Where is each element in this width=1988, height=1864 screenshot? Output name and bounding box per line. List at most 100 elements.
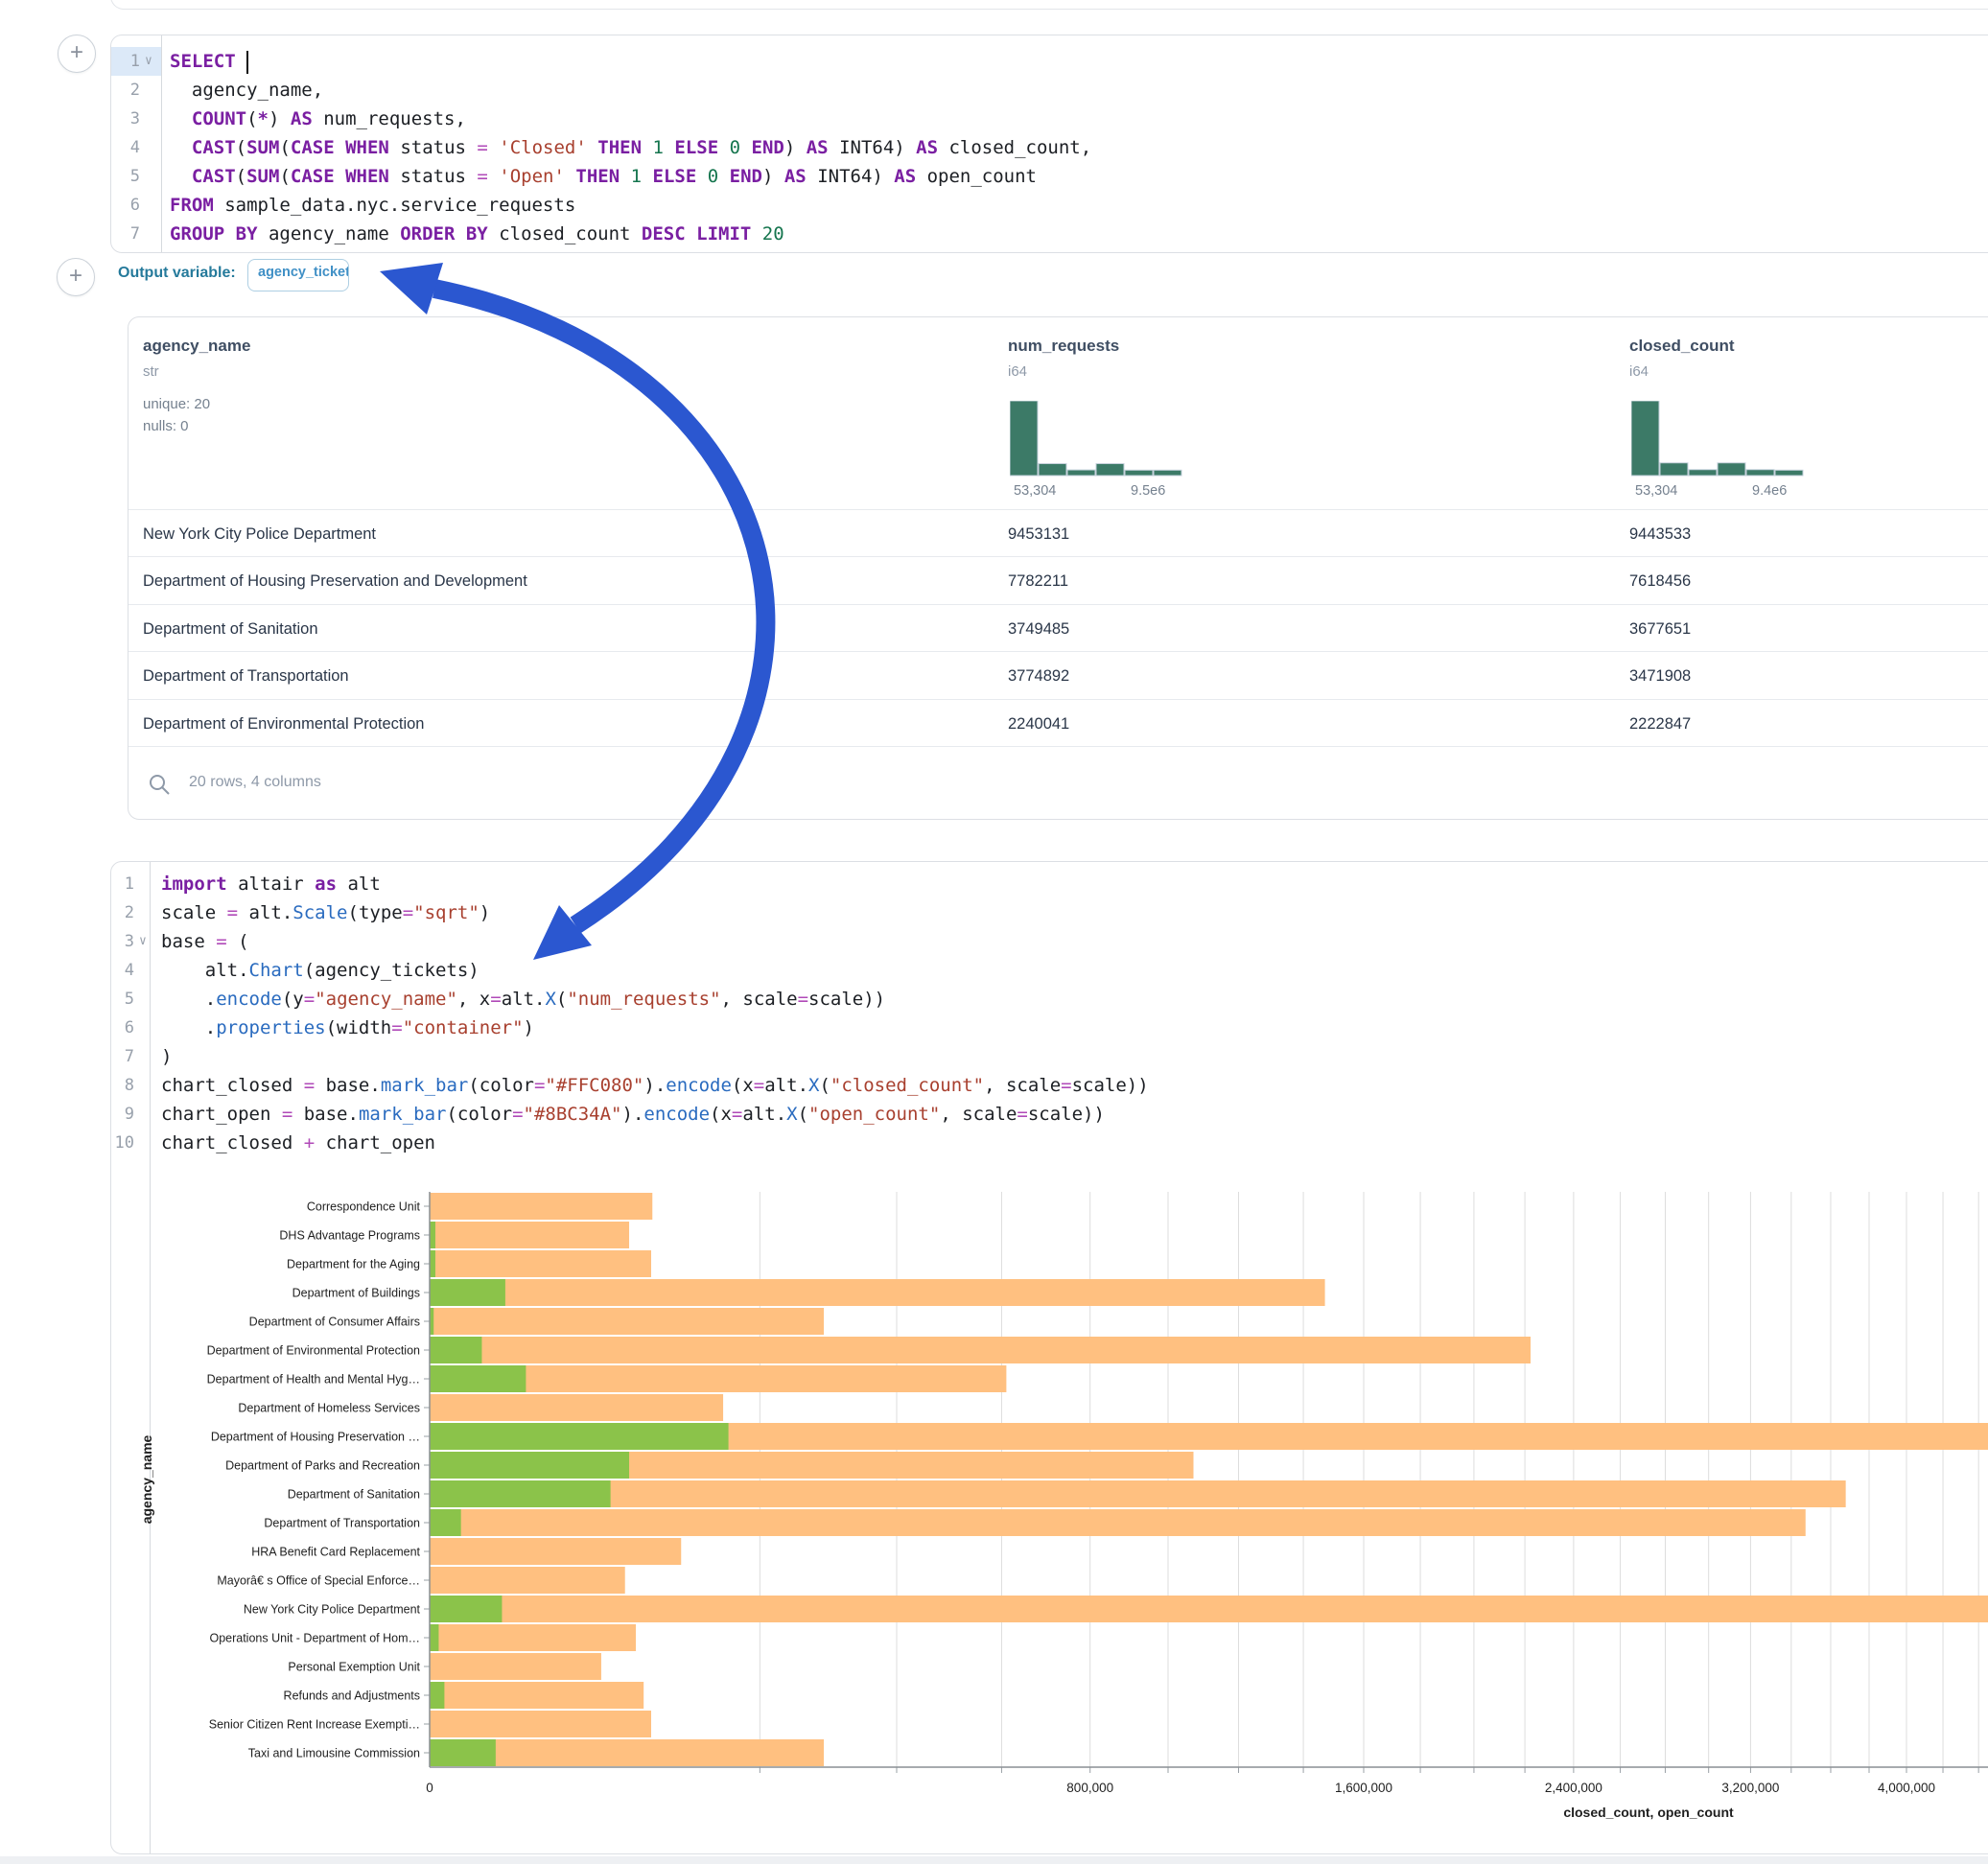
column-type: i64 <box>1629 363 1649 380</box>
code-line[interactable]: alt.Chart(agency_tickets) <box>161 956 479 985</box>
open-count-bar <box>430 1452 629 1479</box>
line-number: 9 <box>111 1100 134 1129</box>
table-cell: Department of Housing Preservation and D… <box>143 557 527 605</box>
column-type: i64 <box>1008 363 1027 380</box>
svg-text:Department for the Aging: Department for the Aging <box>287 1258 420 1271</box>
fold-chevron-icon[interactable]: ∨ <box>145 47 152 76</box>
y-axis-title: agency_name <box>139 1434 154 1524</box>
code-line[interactable]: ) <box>161 1042 172 1071</box>
column-title[interactable]: closed_count <box>1629 337 1735 356</box>
code-line[interactable]: SELECT <box>170 47 248 76</box>
line-number: 1 <box>111 870 134 898</box>
code-line[interactable]: .properties(width="container") <box>161 1014 534 1042</box>
histogram-max-label: 9.5e6 <box>1131 483 1165 499</box>
column-histogram <box>1631 401 1810 478</box>
code-line[interactable]: import altair as alt <box>161 870 381 898</box>
table-row[interactable]: Department of Sanitation37494853677651 <box>129 604 1988 652</box>
closed-count-bar <box>430 1596 1988 1622</box>
open-count-bar <box>430 1509 461 1536</box>
svg-text:Refunds and Adjustments: Refunds and Adjustments <box>284 1689 420 1703</box>
table-row[interactable]: Department of Transportation 3774892 34719… <box>129 651 1988 699</box>
open-count-bar <box>430 1480 611 1507</box>
table-cell: 2240041 <box>1008 700 1069 748</box>
table-cell: Department of Transportation <box>143 652 349 700</box>
column-stat: unique: 20 <box>143 396 210 412</box>
closed-count-bar <box>430 1711 651 1737</box>
svg-text:Mayorâ€ s Office of Special En: Mayorâ€ s Office of Special Enforce… <box>217 1574 420 1588</box>
closed-count-bar <box>430 1337 1531 1363</box>
open-count-bar <box>430 1423 729 1450</box>
sql-cell-editor[interactable]: 1∨SELECT 2 agency_name,3 COUNT(*) AS num… <box>110 35 1988 253</box>
svg-text:Department of Housing Preserva: Department of Housing Preservation … <box>211 1431 420 1444</box>
table-cell: 3471908 <box>1629 652 1691 700</box>
open-count-bar <box>430 1222 435 1248</box>
column-title[interactable]: agency_name <box>143 337 250 356</box>
code-line[interactable]: CAST(SUM(CASE WHEN status = 'Open' THEN … <box>170 162 1037 191</box>
closed-count-bar <box>430 1682 643 1709</box>
notebook-page: + + 1∨SELECT 2 agency_name,3 COUNT(*) AS… <box>0 0 1988 1864</box>
closed-count-bar <box>430 1480 1846 1507</box>
line-number: 7 <box>111 1042 134 1071</box>
open-count-bar <box>430 1682 444 1709</box>
line-number: 4 <box>111 133 140 162</box>
table-cell: 3774892 <box>1008 652 1069 700</box>
closed-count-bar <box>430 1250 651 1277</box>
search-icon[interactable] <box>148 773 171 796</box>
row-count-text: 20 rows, 4 columns <box>189 774 321 791</box>
code-line[interactable]: chart_open = base.mark_bar(color="#8BC34… <box>161 1100 1105 1129</box>
code-line[interactable]: .encode(y="agency_name", x=alt.X("num_re… <box>161 985 885 1014</box>
table-cell: 7782211 <box>1008 557 1068 605</box>
table-cell: 9443533 <box>1629 510 1691 558</box>
line-number: 8 <box>111 1071 134 1100</box>
svg-text:3,200,000: 3,200,000 <box>1721 1781 1779 1795</box>
fold-chevron-icon[interactable]: ∨ <box>139 927 147 956</box>
column-title[interactable]: num_requests <box>1008 337 1119 356</box>
svg-text:2,400,000: 2,400,000 <box>1545 1781 1602 1795</box>
table-cell: 3677651 <box>1629 605 1691 653</box>
altair-bar-chart: Correspondence UnitDHS Advantage Program… <box>115 1184 1988 1832</box>
table-cell: Department of Sanitation <box>143 605 318 653</box>
code-line[interactable]: COUNT(*) AS num_requests, <box>170 105 466 133</box>
line-number: 7 <box>111 220 140 248</box>
table-cell: 9453131 <box>1008 510 1069 558</box>
svg-text:Department of Sanitation: Department of Sanitation <box>288 1488 420 1502</box>
table-cell: New York City Police Department <box>143 510 376 558</box>
previous-cell-edge <box>110 0 1988 10</box>
code-line[interactable]: agency_name, <box>170 76 323 105</box>
add-cell-button-output[interactable]: + <box>57 258 95 296</box>
line-number: 10 <box>111 1129 134 1157</box>
table-row[interactable]: Department of Housing Preservation and D… <box>129 556 1988 604</box>
table-row[interactable]: Department of Environmental Protection22… <box>129 699 1988 747</box>
code-line[interactable]: chart_closed = base.mark_bar(color="#FFC… <box>161 1071 1149 1100</box>
result-table-card: agency_namestrunique: 20nulls: 0num_requ… <box>128 316 1988 820</box>
line-number: 4 <box>111 956 134 985</box>
svg-text:Operations Unit - Department o: Operations Unit - Department of Hom… <box>209 1632 420 1645</box>
svg-text:Personal Exemption Unit: Personal Exemption Unit <box>288 1661 420 1674</box>
open-count-bar <box>430 1365 526 1392</box>
histogram-min-label: 53,304 <box>1014 483 1056 499</box>
open-count-bar <box>430 1596 502 1622</box>
closed-count-bar <box>430 1567 625 1594</box>
svg-text:DHS Advantage Programs: DHS Advantage Programs <box>279 1229 420 1243</box>
svg-text:Department of Parks and Recrea: Department of Parks and Recreation <box>225 1459 420 1473</box>
code-line[interactable]: CAST(SUM(CASE WHEN status = 'Closed' THE… <box>170 133 1091 162</box>
code-line[interactable]: scale = alt.Scale(type="sqrt") <box>161 898 490 927</box>
svg-text:4,000,000: 4,000,000 <box>1878 1781 1935 1795</box>
output-variable-pill[interactable]: agency_tickets <box>247 259 349 291</box>
line-number: 3 <box>111 927 134 956</box>
line-number: 5 <box>111 985 134 1014</box>
open-count-bar <box>430 1337 481 1363</box>
column-stat: nulls: 0 <box>143 418 189 434</box>
code-line[interactable]: GROUP BY agency_name ORDER BY closed_cou… <box>170 220 784 248</box>
code-line[interactable]: base = ( <box>161 927 249 956</box>
closed-count-bar <box>430 1538 681 1565</box>
closed-count-bar <box>430 1279 1325 1306</box>
arrowhead-top <box>380 263 443 315</box>
code-line[interactable]: FROM sample_data.nyc.service_requests <box>170 191 575 220</box>
svg-text:HRA Benefit Card Replacement: HRA Benefit Card Replacement <box>251 1546 420 1559</box>
code-line[interactable]: chart_closed + chart_open <box>161 1129 435 1157</box>
closed-count-bar <box>430 1222 629 1248</box>
table-row[interactable]: New York City Police Department 9453131 94… <box>129 509 1988 557</box>
svg-text:Department of Homeless Service: Department of Homeless Services <box>238 1402 420 1415</box>
add-cell-button-top[interactable]: + <box>58 35 96 73</box>
